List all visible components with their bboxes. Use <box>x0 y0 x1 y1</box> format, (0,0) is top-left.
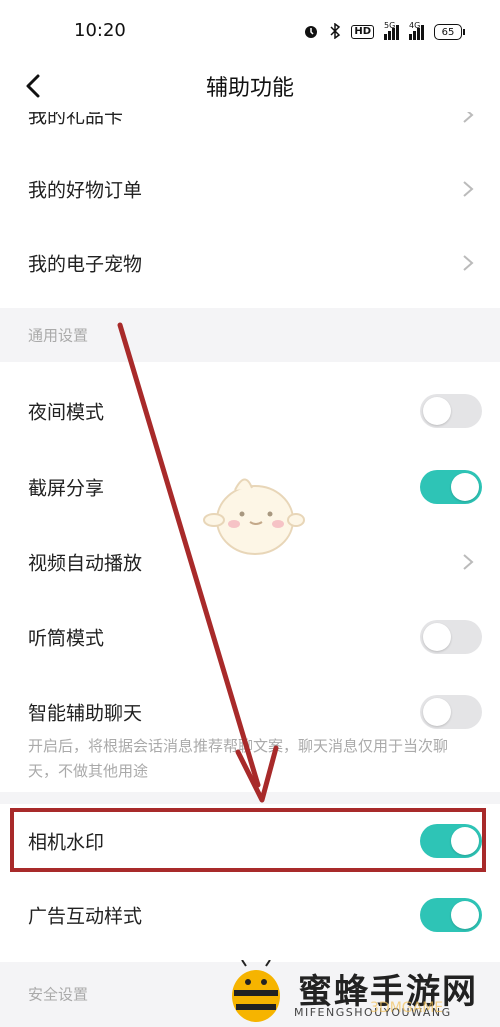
chevron-right-icon <box>463 554 474 570</box>
settings-list: 我的礼品卡 我的好物订单 我的电子宠物 通用设置 夜间模式 截屏分享 视频自动播… <box>0 112 500 1027</box>
earpiece-mode-toggle[interactable] <box>420 620 482 654</box>
signal-5g-icon: 5G <box>384 21 399 40</box>
setting-label: 智能辅助聊天 <box>28 702 143 725</box>
chevron-right-icon <box>463 112 474 123</box>
setting-label: 听筒模式 <box>28 627 105 650</box>
setting-label: 视频自动播放 <box>28 552 143 575</box>
setting-label: 截屏分享 <box>28 477 105 500</box>
status-bar: 10:20 HD 5G 4G 65 <box>0 0 500 60</box>
setting-night-mode: 夜间模式 <box>0 374 500 448</box>
chevron-right-icon <box>463 255 474 271</box>
list-item-label: 我的好物订单 <box>28 179 143 202</box>
alarm-icon <box>303 23 319 42</box>
section-title: 通用设置 <box>28 326 89 345</box>
bee-logo-icon <box>232 960 280 1022</box>
watermark-overlay: 3DMGAME <box>370 1000 444 1016</box>
setting-label: 广告互动样式 <box>28 905 143 928</box>
setting-earpiece-mode: 听筒模式 <box>0 600 500 674</box>
signal-4g-icon: 4G <box>409 21 424 40</box>
list-item-goods-order[interactable]: 我的好物订单 <box>0 152 500 226</box>
section-title: 安全设置 <box>28 985 89 1004</box>
list-item-label: 我的礼品卡 <box>28 112 124 128</box>
list-item-e-pet[interactable]: 我的电子宠物 <box>0 226 500 300</box>
hd-badge: HD <box>351 25 374 39</box>
bluetooth-icon <box>329 22 341 42</box>
mascot-illustration <box>203 478 305 555</box>
ad-style-toggle[interactable] <box>420 898 482 932</box>
night-mode-toggle[interactable] <box>420 394 482 428</box>
smart-chat-description: 开启后，将根据会话消息推荐帮聊文案，聊天消息仅用于当次聊天，不做其他用途 <box>28 737 449 780</box>
battery-icon: 65 <box>434 24 465 40</box>
setting-ad-style: 广告互动样式 <box>0 878 500 952</box>
setting-label: 夜间模式 <box>28 401 105 424</box>
status-icons: HD 5G 4G 65 <box>303 20 465 44</box>
chevron-right-icon <box>463 181 474 197</box>
annotation-highlight-box <box>10 808 486 872</box>
status-time: 10:20 <box>74 20 126 41</box>
page-title: 辅助功能 <box>205 76 294 101</box>
screenshot-share-toggle[interactable] <box>420 470 482 504</box>
smart-chat-toggle[interactable] <box>420 695 482 729</box>
nav-bar: 辅助功能 <box>0 60 500 112</box>
section-header-general: 通用设置 <box>0 308 500 362</box>
list-item-label: 我的电子宠物 <box>28 253 143 276</box>
site-watermark: 蜜蜂手游网 MIFENGSHOUYOUWANG 3DMGAME <box>220 960 500 1027</box>
list-item-gift-card[interactable]: 我的礼品卡 <box>0 112 500 152</box>
